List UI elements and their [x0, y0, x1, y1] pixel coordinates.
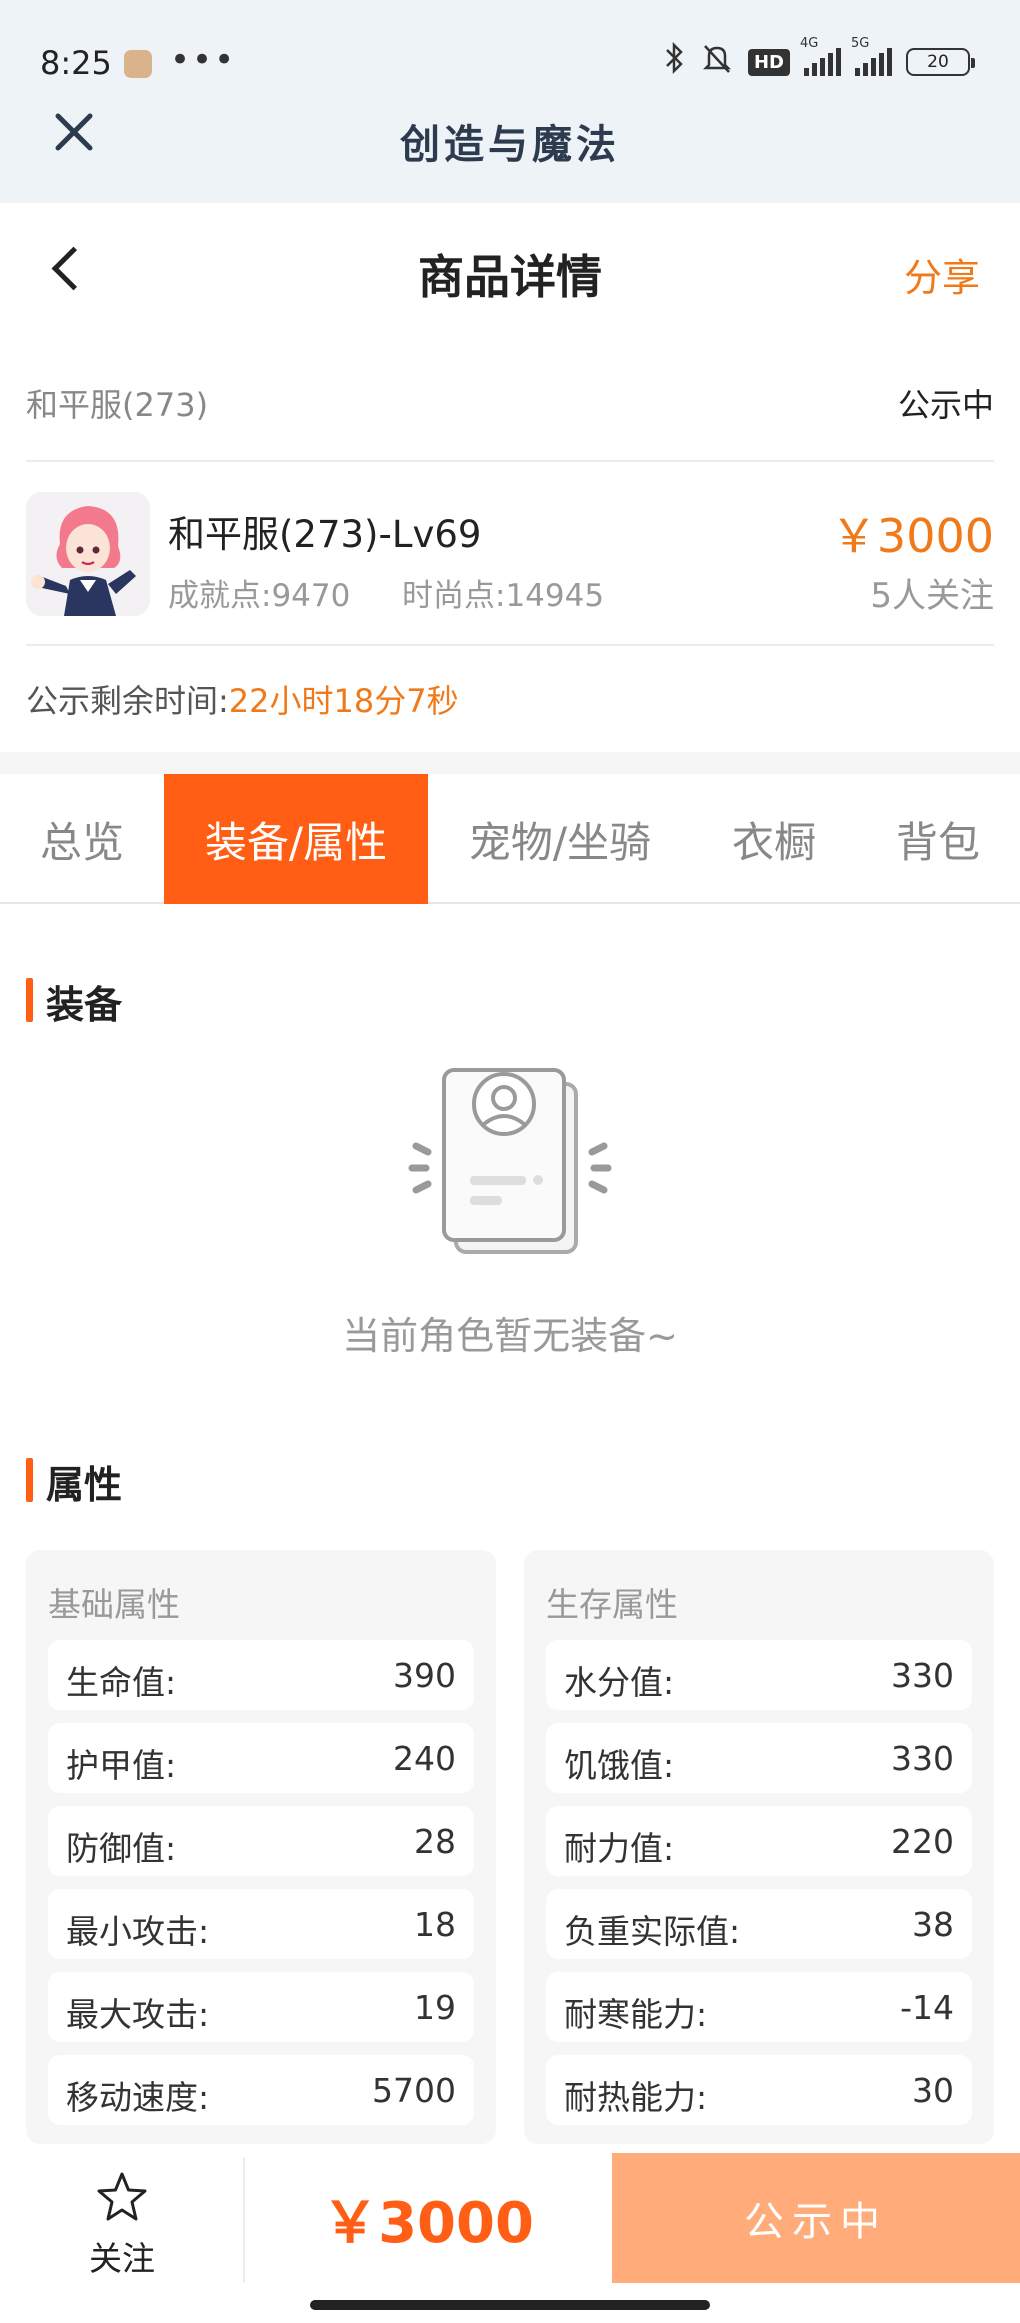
- star-icon: [94, 2170, 150, 2226]
- empty-equipment-text: 当前角色暂无装备~: [342, 1314, 678, 1358]
- attribute-row: 耐力值: 220: [546, 1806, 972, 1876]
- attribute-value: 28: [414, 1822, 456, 1861]
- countdown: 公示剩余时间:22小时18分7秒: [26, 676, 459, 722]
- attribute-row: 防御值: 28: [48, 1806, 474, 1876]
- mute-bell-icon: [700, 41, 734, 83]
- bluetooth-icon: [664, 41, 686, 84]
- attribute-label: 护甲值:: [66, 1746, 177, 1785]
- attribute-row: 饥饿值: 330: [546, 1723, 972, 1793]
- fashion-points: 时尚点:14945: [402, 578, 605, 614]
- attribute-value: 390: [393, 1656, 456, 1695]
- attribute-row: 耐热能力: 30: [546, 2055, 972, 2125]
- survival-attributes-card: 生存属性 水分值: 330 饥饿值: 330 耐力值: 220 负重实际值: 38 耐寒…: [524, 1550, 994, 2144]
- attributes-section-title: 属性: [26, 1454, 122, 1509]
- empty-profile-icon: [400, 1060, 620, 1260]
- attribute-row: 护甲值: 240: [48, 1723, 474, 1793]
- attribute-value: 220: [891, 1822, 954, 1861]
- signal-4g-icon: 4G: [800, 36, 841, 76]
- tab-wardrobe[interactable]: 衣橱: [692, 774, 856, 904]
- basic-attributes-title: 基础属性: [48, 1585, 180, 1624]
- attribute-label: 水分值:: [564, 1663, 675, 1702]
- attribute-value: 19: [414, 1988, 456, 2027]
- listing-status: 公示中: [897, 386, 994, 424]
- app-notification-icon: [124, 50, 152, 78]
- attribute-row: 水分值: 330: [546, 1640, 972, 1710]
- attribute-label: 最大攻击:: [66, 1995, 210, 2034]
- attribute-label: 负重实际值:: [564, 1912, 741, 1951]
- top-bar: 8:25 ••• HD 4G 5G 20 创造与魔法: [0, 0, 1020, 203]
- tab-pets-mounts[interactable]: 宠物/坐骑: [428, 774, 692, 904]
- tab-bar: 总览 装备/属性 宠物/坐骑 衣橱 背包: [0, 774, 1020, 904]
- follow-label: 关注: [89, 2239, 155, 2278]
- webview-header: 创造与魔法: [0, 110, 1020, 203]
- product-price: ￥3000: [830, 509, 994, 563]
- bottom-action-bar: 关注 ￥3000 公示中: [0, 2150, 1020, 2323]
- attribute-value: 30: [912, 2071, 954, 2110]
- survival-attributes-title: 生存属性: [546, 1585, 678, 1624]
- attribute-row: 负重实际值: 38: [546, 1889, 972, 1959]
- share-button[interactable]: 分享: [904, 247, 980, 302]
- tab-overview[interactable]: 总览: [0, 774, 164, 904]
- attribute-value: 18: [414, 1905, 456, 1944]
- equipment-section-title: 装备: [26, 974, 122, 1029]
- attribute-label: 耐热能力:: [564, 2078, 708, 2117]
- attribute-label: 移动速度:: [66, 2078, 210, 2117]
- attribute-value: 5700: [372, 2071, 456, 2110]
- webview-title: 创造与魔法: [400, 121, 620, 168]
- follow-button[interactable]: 关注: [0, 2150, 244, 2280]
- bottom-price: ￥3000: [322, 2191, 534, 2256]
- countdown-label: 公示剩余时间:: [26, 682, 229, 720]
- status-time: 8:25: [40, 44, 112, 82]
- countdown-value: 22小时18分7秒: [228, 682, 459, 720]
- attribute-row: 耐寒能力: -14: [546, 1972, 972, 2042]
- battery-icon: 20: [906, 48, 975, 76]
- attribute-row: 最大攻击: 19: [48, 1972, 474, 2042]
- attribute-row: 移动速度: 5700: [48, 2055, 474, 2125]
- achievement-points: 成就点:9470: [168, 578, 351, 614]
- attribute-value: 38: [912, 1905, 954, 1944]
- attribute-row: 生命值: 390: [48, 1640, 474, 1710]
- signal-5g-icon: 5G: [851, 36, 892, 76]
- product-summary[interactable]: 和平服(273)-Lv69 成就点:9470 时尚点:14945 ￥3000 5…: [26, 464, 994, 644]
- page-title: 商品详情: [418, 250, 602, 304]
- attribute-label: 生命值:: [66, 1663, 177, 1702]
- server-row: 和平服(273) 公示中: [26, 370, 994, 462]
- product-name: 和平服(273)-Lv69: [168, 513, 482, 556]
- follower-count: 5人关注: [870, 576, 994, 616]
- attribute-row: 最小攻击: 18: [48, 1889, 474, 1959]
- attribute-value: 240: [393, 1739, 456, 1778]
- server-name: 和平服(273): [26, 386, 209, 424]
- hd-voice-icon: HD: [747, 48, 790, 76]
- attribute-value: 330: [891, 1739, 954, 1778]
- attribute-label: 饥饿值:: [564, 1746, 675, 1785]
- tab-backpack[interactable]: 背包: [856, 774, 1020, 904]
- more-notifications-icon: •••: [170, 40, 237, 80]
- tab-equipment-attributes[interactable]: 装备/属性: [164, 774, 428, 904]
- page-header: 商品详情 分享: [0, 203, 1020, 337]
- status-bar: 8:25 ••• HD 4G 5G 20: [0, 0, 1020, 110]
- basic-attributes-card: 基础属性 生命值: 390 护甲值: 240 防御值: 28 最小攻击: 18 最大攻击…: [26, 1550, 496, 2144]
- attribute-value: -14: [900, 1988, 954, 2027]
- divider: [26, 644, 994, 646]
- attribute-label: 耐寒能力:: [564, 1995, 708, 2034]
- attribute-value: 330: [891, 1656, 954, 1695]
- attribute-label: 最小攻击:: [66, 1912, 210, 1951]
- attribute-label: 耐力值:: [564, 1829, 675, 1868]
- character-avatar: [26, 492, 150, 616]
- listing-status-button[interactable]: 公示中: [612, 2153, 1020, 2283]
- attribute-label: 防御值:: [66, 1829, 177, 1868]
- status-icons: HD 4G 5G 20: [664, 36, 975, 83]
- section-gap: [0, 752, 1020, 774]
- home-indicator[interactable]: [310, 2300, 710, 2310]
